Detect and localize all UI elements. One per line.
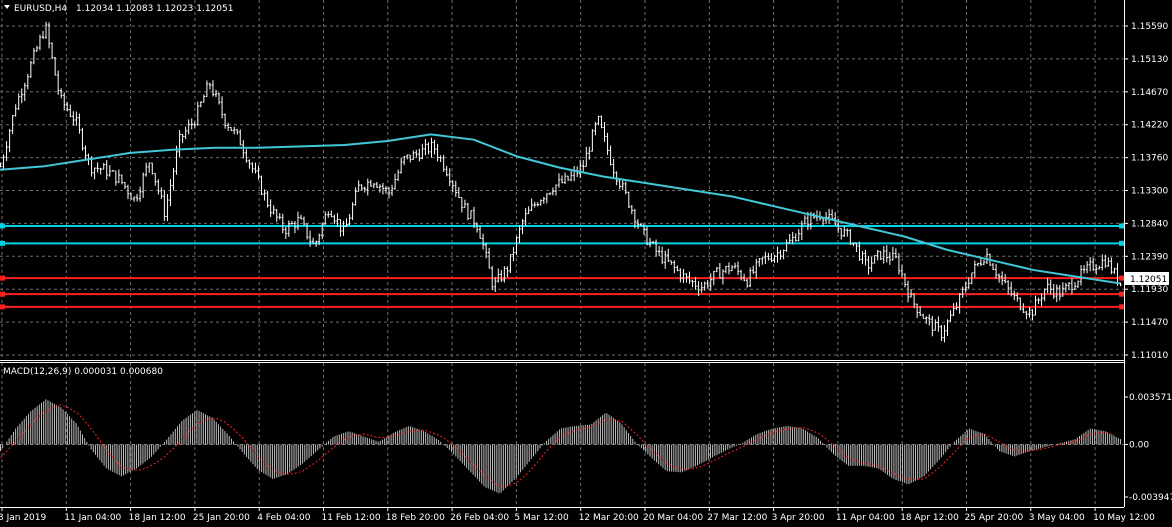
time-tick-label: 12 Mar 20:00 [579, 513, 639, 523]
price-tick-label: 1.14670 [1131, 88, 1168, 98]
time-tick-label: 20 Mar 04:00 [643, 513, 703, 523]
price-tick-label: 1.15130 [1131, 55, 1168, 65]
time-tick-label: 3 Apr 20:00 [772, 513, 825, 523]
moving-average-line [0, 133, 1121, 285]
macd-signal-line [0, 404, 1115, 488]
price-axis[interactable]: 1.15590 1.15130 1.14670 1.14220 1.13760 1.133… [1124, 22, 1168, 361]
time-axis[interactable]: 3 Jan 2019 11 Jan 04:00 18 Jan 12:00 25 Jan… [0, 507, 1155, 523]
level-handle-left[interactable] [0, 275, 5, 281]
price-tick-label: 1.11010 [1131, 351, 1168, 361]
time-tick-label: 18 Feb 20:00 [386, 513, 445, 523]
current-price-label: 1.12051 [1130, 275, 1167, 285]
chart-canvas[interactable]: 1.15590 1.15130 1.14670 1.14220 1.13760 1.133… [0, 0, 1172, 527]
price-tick-label: 1.12390 [1131, 252, 1168, 262]
current-price-marker: 1.12051 [1125, 272, 1169, 285]
time-tick-label: 18 Jan 12:00 [129, 513, 186, 523]
macd-tick-label: 0.003571 [1129, 393, 1172, 403]
macd-tick-label: 0.00 [1129, 440, 1149, 450]
time-tick-label: 10 May 12:00 [1093, 513, 1155, 523]
level-handle-left[interactable] [0, 291, 5, 297]
trading-chart-window[interactable]: 1.15590 1.15130 1.14670 1.14220 1.13760 1.133… [0, 0, 1172, 527]
horizontal-levels [0, 223, 1124, 310]
time-tick-label: 11 Apr 04:00 [836, 513, 895, 523]
price-tick-label: 1.11930 [1131, 285, 1168, 295]
time-tick-label: 18 Apr 12:00 [900, 513, 959, 523]
dropdown-triangle-icon[interactable] [4, 5, 10, 9]
price-tick-label: 1.11470 [1131, 318, 1168, 328]
time-tick-label: 3 May 04:00 [1029, 513, 1085, 523]
level-handle-left[interactable] [0, 223, 5, 229]
level-handle-right[interactable] [1119, 304, 1124, 310]
level-handle-right[interactable] [1119, 223, 1124, 229]
time-tick-label: 27 Mar 12:00 [707, 513, 767, 523]
time-tick-label: 11 Feb 12:00 [322, 513, 381, 523]
time-tick-label: 11 Jan 04:00 [64, 513, 121, 523]
macd-axis[interactable]: 0.003571 0.00 -0.003947 [1124, 393, 1172, 503]
level-handle-left[interactable] [0, 304, 5, 310]
time-tick-label: 5 Mar 12:00 [514, 513, 569, 523]
time-tick-label: 25 Jan 20:00 [193, 513, 250, 523]
ohlc-values: 1.12034 1.12083 1.12023 1.12051 [76, 4, 233, 14]
price-tick-label: 1.12840 [1131, 219, 1168, 229]
price-tick-label: 1.14220 [1131, 121, 1168, 131]
price-tick-label: 1.13760 [1131, 154, 1168, 164]
level-handle-right[interactable] [1119, 275, 1124, 281]
time-tick-label: 4 Feb 04:00 [257, 513, 311, 523]
time-tick-label: 25 Apr 20:00 [965, 513, 1024, 523]
macd-tick-label: -0.003947 [1129, 493, 1172, 503]
level-handle-left[interactable] [0, 240, 5, 246]
level-handle-right[interactable] [1119, 240, 1124, 246]
price-tick-label: 1.13300 [1131, 187, 1168, 197]
symbol-label: EURUSD,H4 [14, 4, 67, 14]
macd-histogram [0, 399, 1121, 494]
macd-label: MACD(12,26,9) 0.000031 0.000680 [3, 367, 163, 377]
price-tick-label: 1.15590 [1131, 22, 1168, 32]
time-tick-label: 3 Jan 2019 [0, 513, 46, 523]
time-tick-label: 26 Feb 04:00 [450, 513, 509, 523]
level-handle-right[interactable] [1119, 291, 1124, 297]
